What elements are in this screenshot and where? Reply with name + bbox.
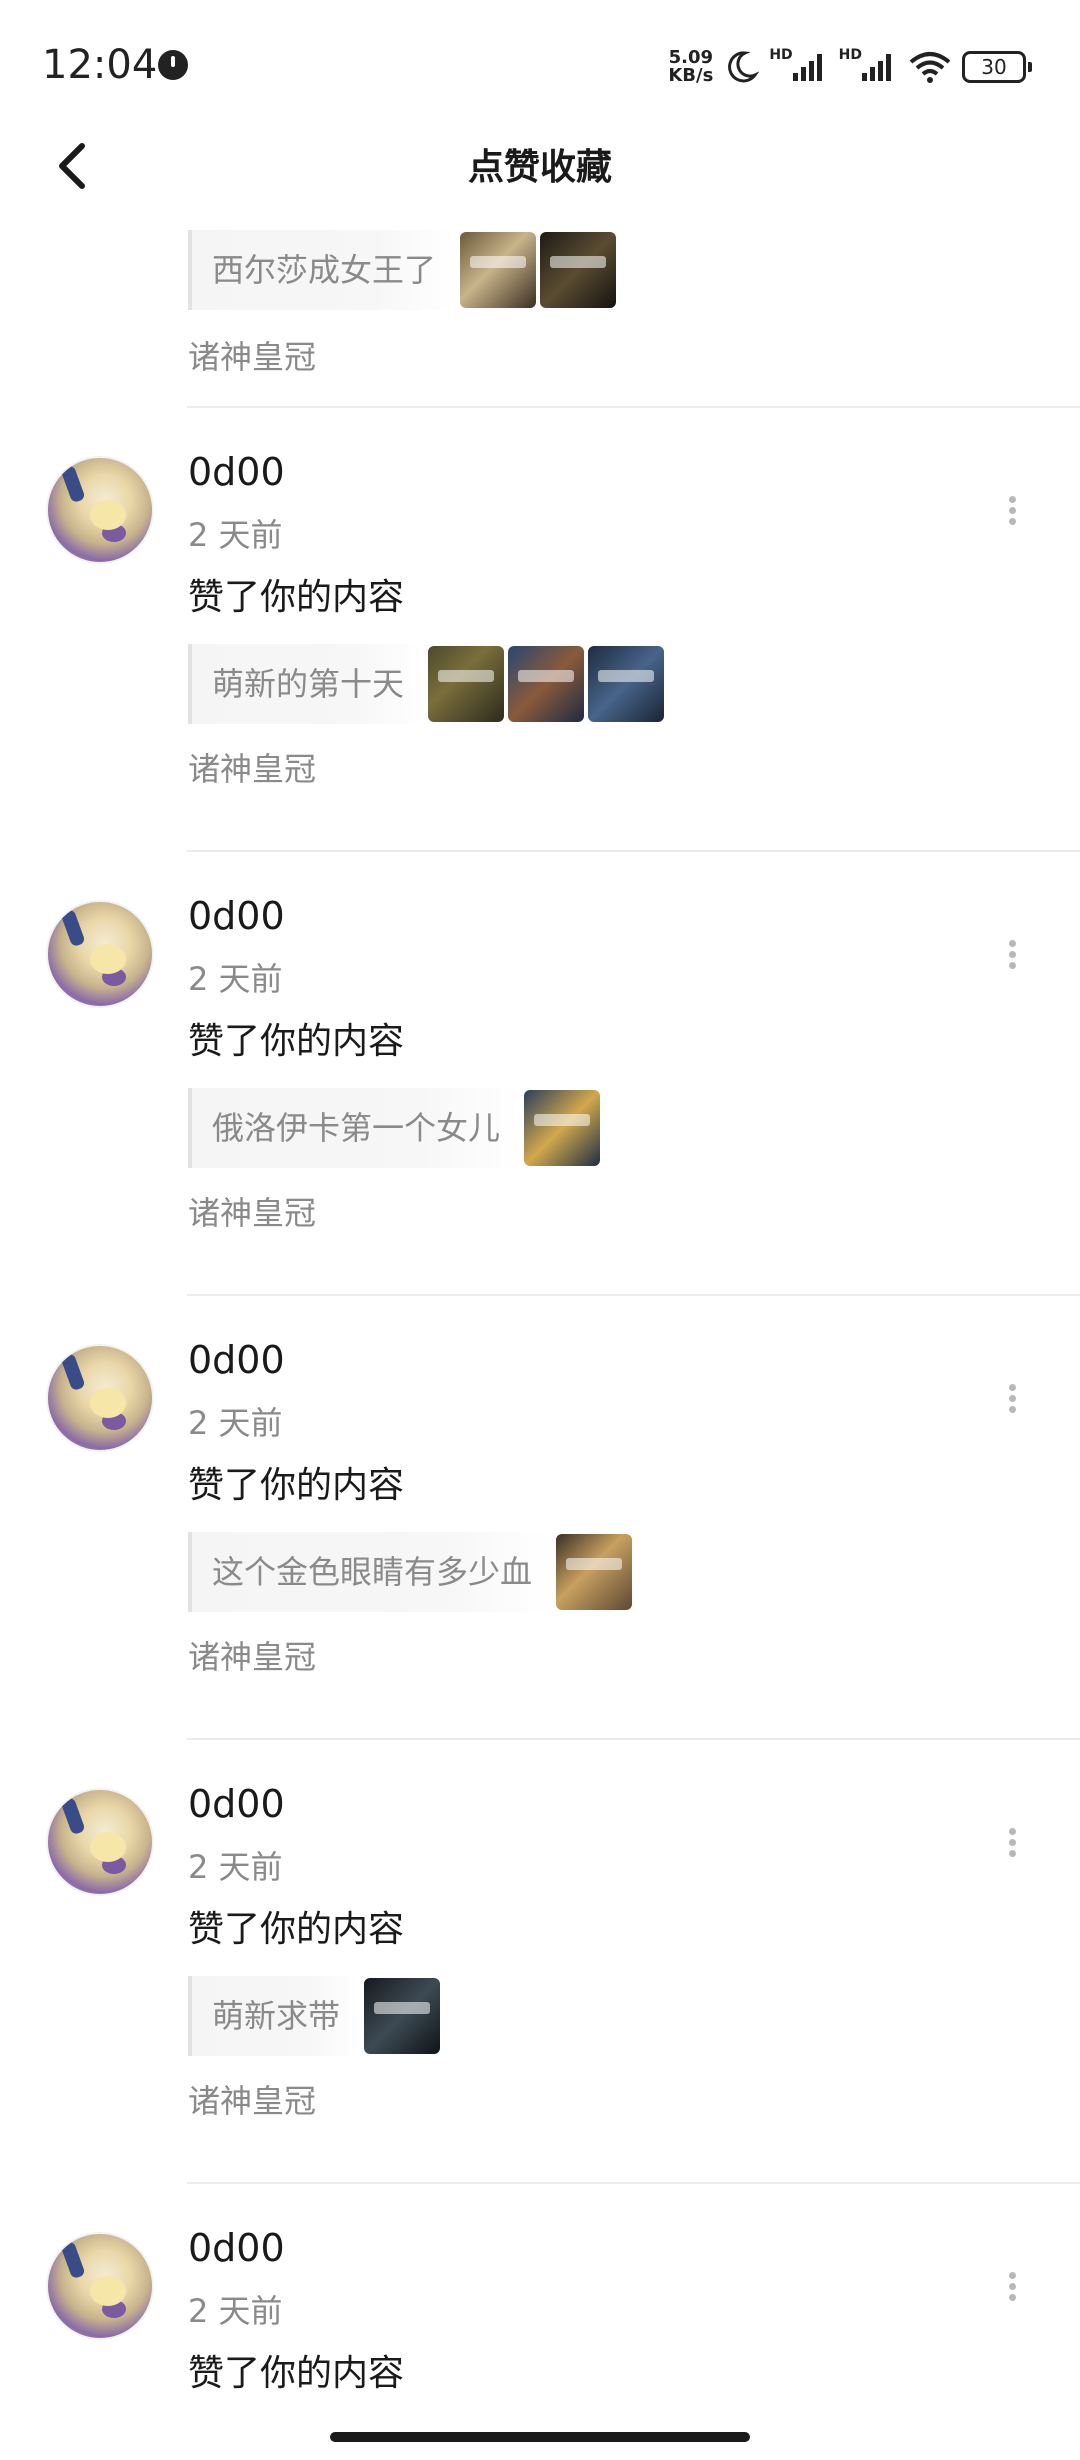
clock-icon bbox=[158, 50, 188, 80]
header: 点赞收藏 bbox=[0, 130, 1080, 200]
post-thumbnail[interactable] bbox=[428, 646, 505, 722]
username[interactable]: 0d00 bbox=[188, 2226, 285, 2270]
network-speed: 5.09 KB/s bbox=[668, 49, 713, 85]
list-item[interactable]: 0d00 2 天前 赞了你的内容 俄洛伊卡第一个女儿 诸神皇冠 bbox=[0, 852, 1080, 1296]
post-thumbnail[interactable] bbox=[556, 1534, 633, 1610]
action-text: 赞了你的内容 bbox=[188, 577, 405, 618]
signal-icon bbox=[791, 51, 829, 83]
avatar[interactable] bbox=[46, 1788, 154, 1896]
quoted-post-text: 这个金色眼睛有多少血 bbox=[188, 1532, 553, 1612]
list-item[interactable]: 0d00 2 天前 赞了你的内容 bbox=[0, 2184, 1080, 2460]
action-text: 赞了你的内容 bbox=[188, 1465, 405, 1506]
quoted-post[interactable]: 萌新的第十天 bbox=[188, 644, 665, 724]
hd-label: HD bbox=[769, 47, 793, 63]
more-vertical-icon[interactable] bbox=[1000, 2268, 1024, 2308]
game-name: 诸神皇冠 bbox=[188, 1194, 317, 1232]
post-thumbnail[interactable] bbox=[524, 1090, 601, 1166]
post-thumbnail[interactable] bbox=[460, 232, 537, 308]
timestamp: 2 天前 bbox=[188, 2292, 283, 2330]
timestamp: 2 天前 bbox=[188, 516, 283, 554]
post-thumbnail[interactable] bbox=[540, 232, 617, 308]
quoted-post-text: 俄洛伊卡第一个女儿 bbox=[188, 1088, 521, 1168]
username[interactable]: 0d00 bbox=[188, 1338, 285, 1382]
signal-icon bbox=[860, 51, 898, 83]
wifi-icon bbox=[908, 50, 952, 84]
username[interactable]: 0d00 bbox=[188, 894, 285, 938]
quoted-post-text: 萌新的第十天 bbox=[188, 644, 425, 724]
page-title: 点赞收藏 bbox=[467, 147, 612, 188]
home-indicator[interactable] bbox=[330, 2432, 750, 2442]
hd-label: HD bbox=[838, 47, 862, 63]
timestamp: 2 天前 bbox=[188, 960, 283, 998]
status-time: 12:04 bbox=[42, 42, 158, 88]
quoted-post[interactable]: 萌新求带 bbox=[188, 1976, 441, 2056]
list-item[interactable]: 0d00 2 天前 赞了你的内容 萌新的第十天 诸神皇冠 bbox=[0, 408, 1080, 852]
action-text: 赞了你的内容 bbox=[188, 1021, 405, 1062]
game-name: 诸神皇冠 bbox=[188, 1638, 317, 1676]
timestamp: 2 天前 bbox=[188, 1404, 283, 1442]
status-icons: 5.09 KB/s HD HD 30 bbox=[668, 45, 1032, 89]
network-speed-unit: KB/s bbox=[668, 65, 714, 86]
avatar[interactable] bbox=[46, 2232, 154, 2340]
game-name: 诸神皇冠 bbox=[188, 338, 317, 376]
moon-icon bbox=[723, 49, 760, 85]
action-text: 赞了你的内容 bbox=[188, 1909, 405, 1950]
quoted-post-text: 西尔莎成女王了 bbox=[188, 230, 457, 310]
quoted-post-text: 萌新求带 bbox=[188, 1976, 361, 2056]
username[interactable]: 0d00 bbox=[188, 1782, 285, 1826]
more-vertical-icon[interactable] bbox=[1000, 1380, 1024, 1420]
avatar[interactable] bbox=[46, 1344, 154, 1452]
post-thumbnail[interactable] bbox=[364, 1978, 441, 2054]
avatar[interactable] bbox=[46, 900, 154, 1008]
more-vertical-icon[interactable] bbox=[1000, 1824, 1024, 1864]
status-bar: 12:04 5.09 KB/s HD HD 30 bbox=[0, 0, 1080, 130]
more-vertical-icon[interactable] bbox=[1000, 936, 1024, 976]
username[interactable]: 0d00 bbox=[188, 450, 285, 494]
list-item[interactable]: 西尔莎成女王了 诸神皇冠 bbox=[0, 200, 1080, 408]
list-item[interactable]: 0d00 2 天前 赞了你的内容 这个金色眼睛有多少血 诸神皇冠 bbox=[0, 1296, 1080, 1740]
avatar[interactable] bbox=[46, 456, 154, 564]
quoted-post[interactable]: 俄洛伊卡第一个女儿 bbox=[188, 1088, 601, 1168]
quoted-post[interactable]: 西尔莎成女王了 bbox=[188, 230, 617, 310]
battery-icon: 30 bbox=[962, 51, 1032, 83]
quoted-post[interactable]: 这个金色眼睛有多少血 bbox=[188, 1532, 633, 1612]
list-item[interactable]: 0d00 2 天前 赞了你的内容 萌新求带 诸神皇冠 bbox=[0, 1740, 1080, 2184]
post-thumbnail[interactable] bbox=[508, 646, 585, 722]
game-name: 诸神皇冠 bbox=[188, 2082, 317, 2120]
post-thumbnail[interactable] bbox=[588, 646, 665, 722]
game-name: 诸神皇冠 bbox=[188, 750, 317, 788]
timestamp: 2 天前 bbox=[188, 1848, 283, 1886]
action-text: 赞了你的内容 bbox=[188, 2353, 405, 2394]
more-vertical-icon[interactable] bbox=[1000, 492, 1024, 532]
